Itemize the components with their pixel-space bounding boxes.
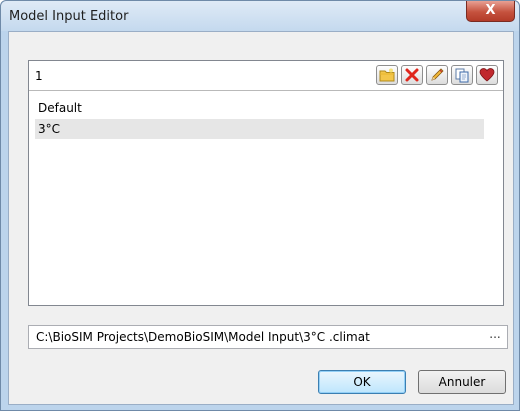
browse-button[interactable]: ...	[484, 327, 506, 347]
edit-button[interactable]	[426, 65, 448, 85]
ok-button[interactable]: OK	[318, 370, 406, 394]
file-path-field[interactable]: C:\BioSIM Projects\DemoBioSIM\Model Inpu…	[28, 325, 508, 349]
model-input-list-panel: 1 Default 3°C	[28, 60, 504, 306]
cancel-button[interactable]: Annuler	[418, 370, 506, 394]
new-folder-button[interactable]	[376, 65, 398, 85]
delete-button[interactable]	[401, 65, 423, 85]
copy-icon	[455, 68, 469, 83]
title-bar[interactable]: Model Input Editor X	[1, 1, 519, 31]
red-x-icon	[405, 68, 419, 82]
close-button[interactable]: X	[466, 1, 515, 22]
list-item-default[interactable]: Default	[35, 98, 484, 118]
list-item-3c[interactable]: 3°C	[35, 119, 484, 139]
list-header: 1	[29, 61, 503, 91]
folder-icon	[379, 68, 395, 82]
file-path-text: C:\BioSIM Projects\DemoBioSIM\Model Inpu…	[36, 330, 370, 344]
favorite-button[interactable]	[476, 65, 498, 85]
window-title: Model Input Editor	[9, 9, 129, 24]
heart-icon	[479, 68, 495, 82]
list-header-number: 1	[35, 69, 43, 83]
pencil-icon	[431, 68, 444, 81]
copy-button[interactable]	[451, 65, 473, 85]
